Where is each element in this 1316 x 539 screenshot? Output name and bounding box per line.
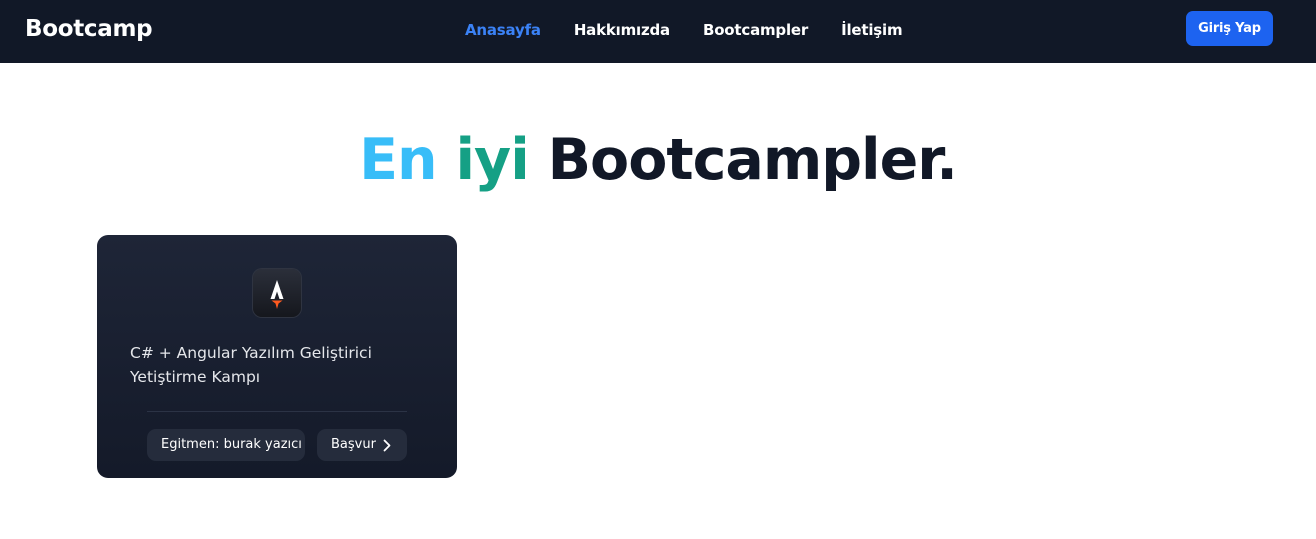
nav-link-bootcampler[interactable]: Bootcampler	[703, 21, 808, 39]
hero-heading: En iyi Bootcampler.	[0, 124, 1316, 196]
bootcamp-card: C# + Angular Yazılım Geliştirici Yetişti…	[97, 235, 457, 478]
nav-links: Anasayfa Hakkımızda Bootcampler İletişim	[465, 21, 935, 39]
login-button[interactable]: Giriş Yap	[1186, 11, 1273, 46]
instructor-badge: Egitmen: burak yazıcı	[147, 429, 305, 461]
apply-button[interactable]: Başvur	[317, 429, 407, 461]
card-divider	[147, 411, 407, 412]
instructor-label: Egitmen: burak yazıcı	[161, 437, 302, 452]
bootcamp-title: C# + Angular Yazılım Geliştirici Yetişti…	[130, 344, 372, 386]
nav-link-hakkimizda[interactable]: Hakkımızda	[574, 21, 670, 39]
brand-logo-link[interactable]: Bootcamp	[25, 16, 153, 42]
chevron-right-icon	[383, 439, 391, 452]
hero-word-bootcampler: Bootcampler.	[547, 127, 958, 193]
apply-label: Başvur	[331, 437, 376, 452]
astro-logo-icon	[253, 269, 301, 317]
nav-link-anasayfa[interactable]: Anasayfa	[465, 21, 541, 39]
nav-link-iletisim[interactable]: İletişim	[841, 21, 903, 39]
top-navbar: Bootcamp Anasayfa Hakkımızda Bootcampler…	[0, 0, 1316, 63]
hero-word-iyi: iyi	[455, 127, 530, 193]
hero-word-en: En	[359, 127, 438, 193]
